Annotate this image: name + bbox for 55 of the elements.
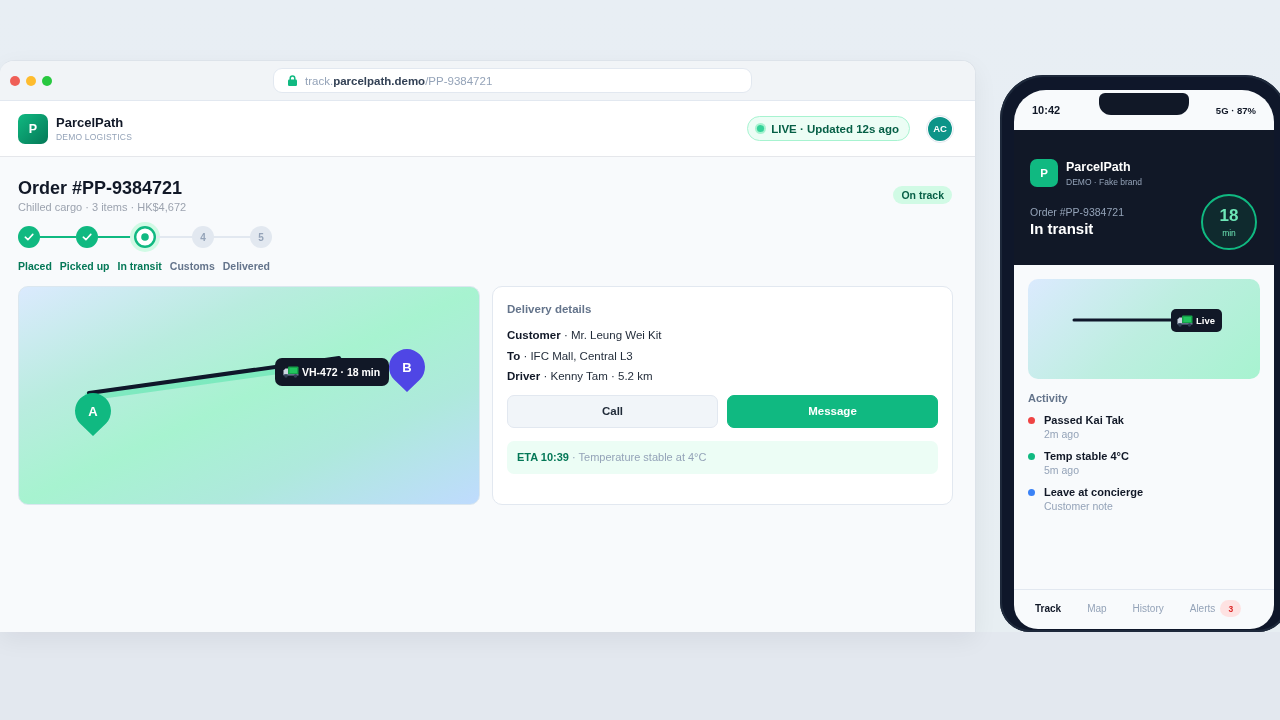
call-button[interactable]: Call — [507, 394, 718, 428]
nav-tab[interactable]: Alerts 3 — [1189, 600, 1242, 617]
activity-time: 5m ago — [1044, 463, 1080, 477]
vehicle-text: VH-472 · 18 min — [302, 366, 381, 378]
order-status: In transit — [1030, 219, 1094, 239]
order-subtitle: Chilled cargo · 3 items · HK$4,672 — [18, 200, 187, 214]
live-dot-icon — [755, 123, 767, 134]
activity-title-text: Leave at concierge — [1044, 485, 1144, 499]
truck-icon — [1177, 314, 1193, 327]
order-status: On track — [893, 186, 952, 204]
origin-pin: A — [75, 393, 111, 436]
brand-logo: P — [1030, 159, 1058, 187]
window-minimize-icon[interactable] — [26, 75, 36, 86]
eta-note: ETA 10:39 · Temperature stable at 4°C — [507, 440, 938, 474]
nav-tab[interactable]: History — [1132, 603, 1164, 614]
step-number: 4 — [192, 226, 214, 248]
brand-logo: P — [18, 113, 48, 144]
lock-icon — [288, 75, 297, 86]
brand-name: ParcelPath — [56, 115, 124, 130]
activity-time: 2m ago — [1044, 427, 1080, 441]
activity-title-text: Passed Kai Tak — [1044, 413, 1124, 427]
activity-title-text: Temp stable 4°C — [1044, 449, 1129, 463]
activity-title: Activity — [1028, 391, 1068, 405]
eta-unit: min — [1222, 227, 1236, 239]
live-status-text: LIVE · Updated 12s ago — [771, 122, 899, 135]
step-label: Customs — [169, 260, 215, 273]
order-number: Order #PP-9384721 — [1030, 205, 1124, 219]
brand-tagline: DEMO · Fake brand — [1066, 176, 1143, 187]
brand-name: ParcelPath — [1066, 159, 1131, 175]
status-network: 5G · 87% — [1215, 104, 1256, 116]
step-label: Placed — [18, 260, 52, 273]
activity-time: Customer note — [1044, 499, 1113, 513]
live-text: Live — [1196, 315, 1215, 326]
step-number: 5 — [250, 226, 272, 248]
url-text: track.parcelpath.demo/PP-9384721 — [305, 74, 493, 87]
details-title: Delivery details — [507, 302, 592, 316]
destination-pin: B — [389, 349, 425, 392]
detail-line: Customer · Mr. Leung Wei Kit — [507, 328, 662, 343]
eta-value: 18 — [1219, 205, 1239, 225]
nav-tab[interactable]: Track — [1035, 603, 1062, 614]
step-label: In transit — [117, 260, 162, 273]
nav-tab[interactable]: Map — [1087, 603, 1107, 614]
step-label: Picked up — [59, 260, 110, 273]
truck-icon — [283, 366, 299, 378]
detail-line: To · IFC Mall, Central L3 — [507, 348, 633, 364]
window-zoom-icon[interactable] — [42, 75, 52, 86]
order-title: Order #PP-9384721 — [18, 177, 183, 199]
window-close-icon[interactable] — [10, 75, 20, 86]
address-bar[interactable]: track.parcelpath.demo/PP-9384721 — [273, 68, 752, 93]
brand-tagline: DEMO LOGISTICS — [56, 132, 132, 142]
step-label: Delivered — [222, 260, 271, 273]
detail-line: Driver · Kenny Tam · 5.2 km — [507, 369, 653, 384]
alert-count: 3 — [1220, 600, 1242, 617]
message-button[interactable]: Message — [727, 394, 938, 428]
status-time: 10:42 — [1032, 104, 1061, 116]
